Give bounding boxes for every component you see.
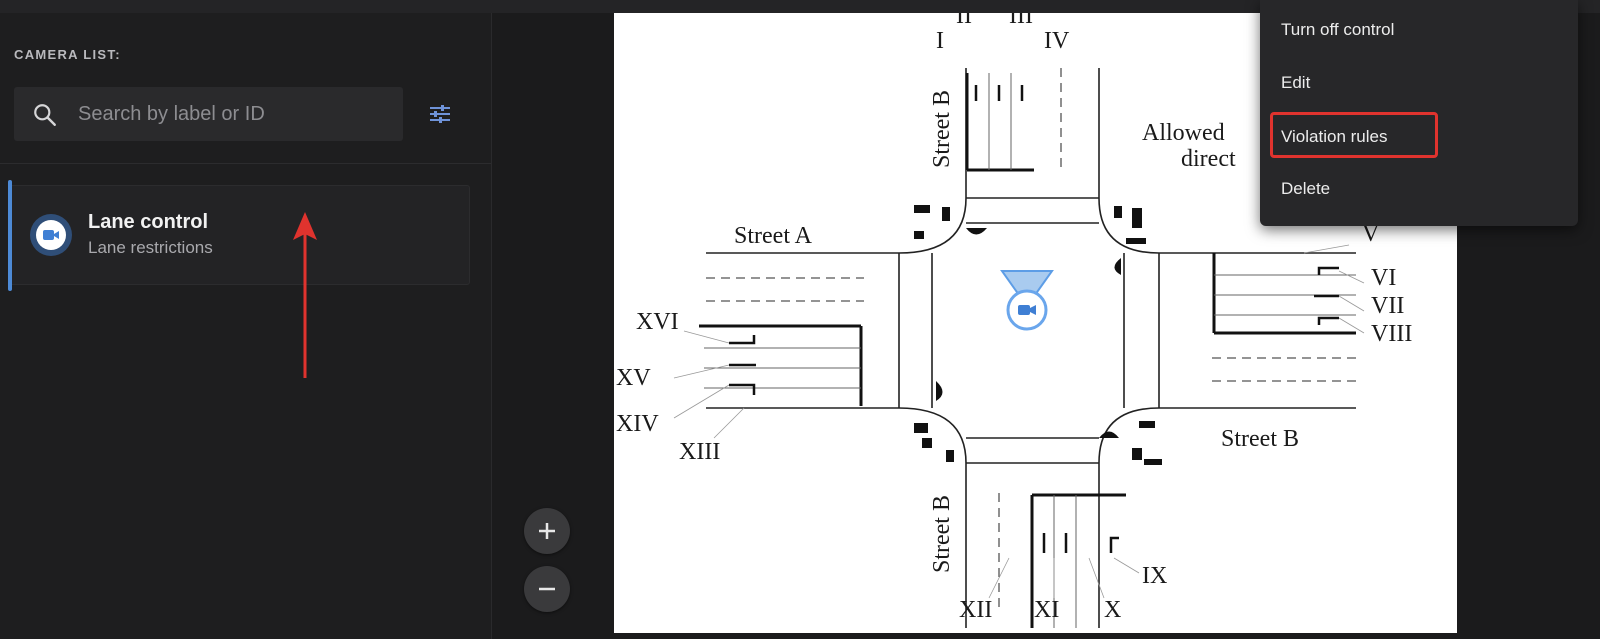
menu-item-delete[interactable]: Delete (1260, 165, 1578, 213)
plus-icon (539, 523, 555, 539)
menu-item-label: Violation rules (1281, 127, 1388, 146)
menu-item-label: Delete (1281, 179, 1331, 198)
zoom-out-button[interactable] (524, 566, 570, 612)
active-indicator (8, 180, 12, 291)
lane-label-vi: VI (1371, 265, 1396, 291)
camera-context-menu: Turn off control Edit Violation rules De… (1260, 0, 1578, 226)
street-b-bottom-label: Street B (929, 495, 955, 573)
menu-item-label: Edit (1281, 73, 1311, 92)
filter-button[interactable] (424, 98, 456, 130)
search-box[interactable] (14, 87, 403, 141)
camera-marker[interactable] (1000, 270, 1054, 331)
allowed-label: Allowed (1142, 120, 1225, 146)
lane-label-xiii: XIII (679, 439, 720, 465)
lane-label-xvi: XVI (636, 309, 679, 335)
street-b-right-label: Street B (1221, 426, 1299, 452)
zoom-in-button[interactable] (524, 508, 570, 554)
video-camera-icon (1018, 305, 1036, 315)
street-a-label: Street A (734, 223, 813, 249)
menu-item-violation-rules[interactable]: Violation rules (1260, 112, 1578, 161)
lane-label-xii: XII (959, 597, 992, 623)
camera-title: Lane control (88, 211, 209, 233)
allowed-label-line2: direct (1181, 146, 1236, 172)
camera-list-title: CAMERA LIST: (14, 47, 121, 62)
search-icon (34, 104, 56, 126)
menu-item-edit[interactable]: Edit (1260, 59, 1578, 107)
search-input[interactable] (78, 87, 388, 141)
lane-label-viii: VIII (1371, 321, 1412, 347)
menu-item-turn-off-control[interactable]: Turn off control (1260, 6, 1578, 54)
minus-icon (539, 587, 555, 591)
lane-label-ii: II (956, 13, 972, 29)
lane-label-vii: VII (1371, 293, 1404, 319)
camera-sidebar: CAMERA LIST: Lane contro (0, 13, 492, 639)
lane-label-xiv: XIV (616, 411, 659, 437)
camera-avatar (30, 214, 72, 256)
lane-label-ix: IX (1142, 563, 1167, 589)
lane-label-iv: IV (1044, 28, 1070, 54)
sliders-icon (430, 105, 450, 123)
lane-label-i: I (936, 28, 944, 54)
camera-list-item[interactable]: Lane control Lane restrictions (8, 180, 470, 291)
annotation-arrow (293, 212, 317, 378)
camera-subtitle: Lane restrictions (88, 238, 213, 257)
lane-label-xi: XI (1034, 597, 1059, 623)
lane-label-iii: III (1009, 13, 1033, 29)
street-b-top-label: Street B (929, 90, 955, 168)
video-camera-icon (43, 230, 59, 240)
sidebar-divider (0, 163, 491, 164)
lane-label-xv: XV (616, 365, 651, 391)
lane-label-x: X (1104, 597, 1121, 623)
menu-item-label: Turn off control (1281, 20, 1395, 39)
